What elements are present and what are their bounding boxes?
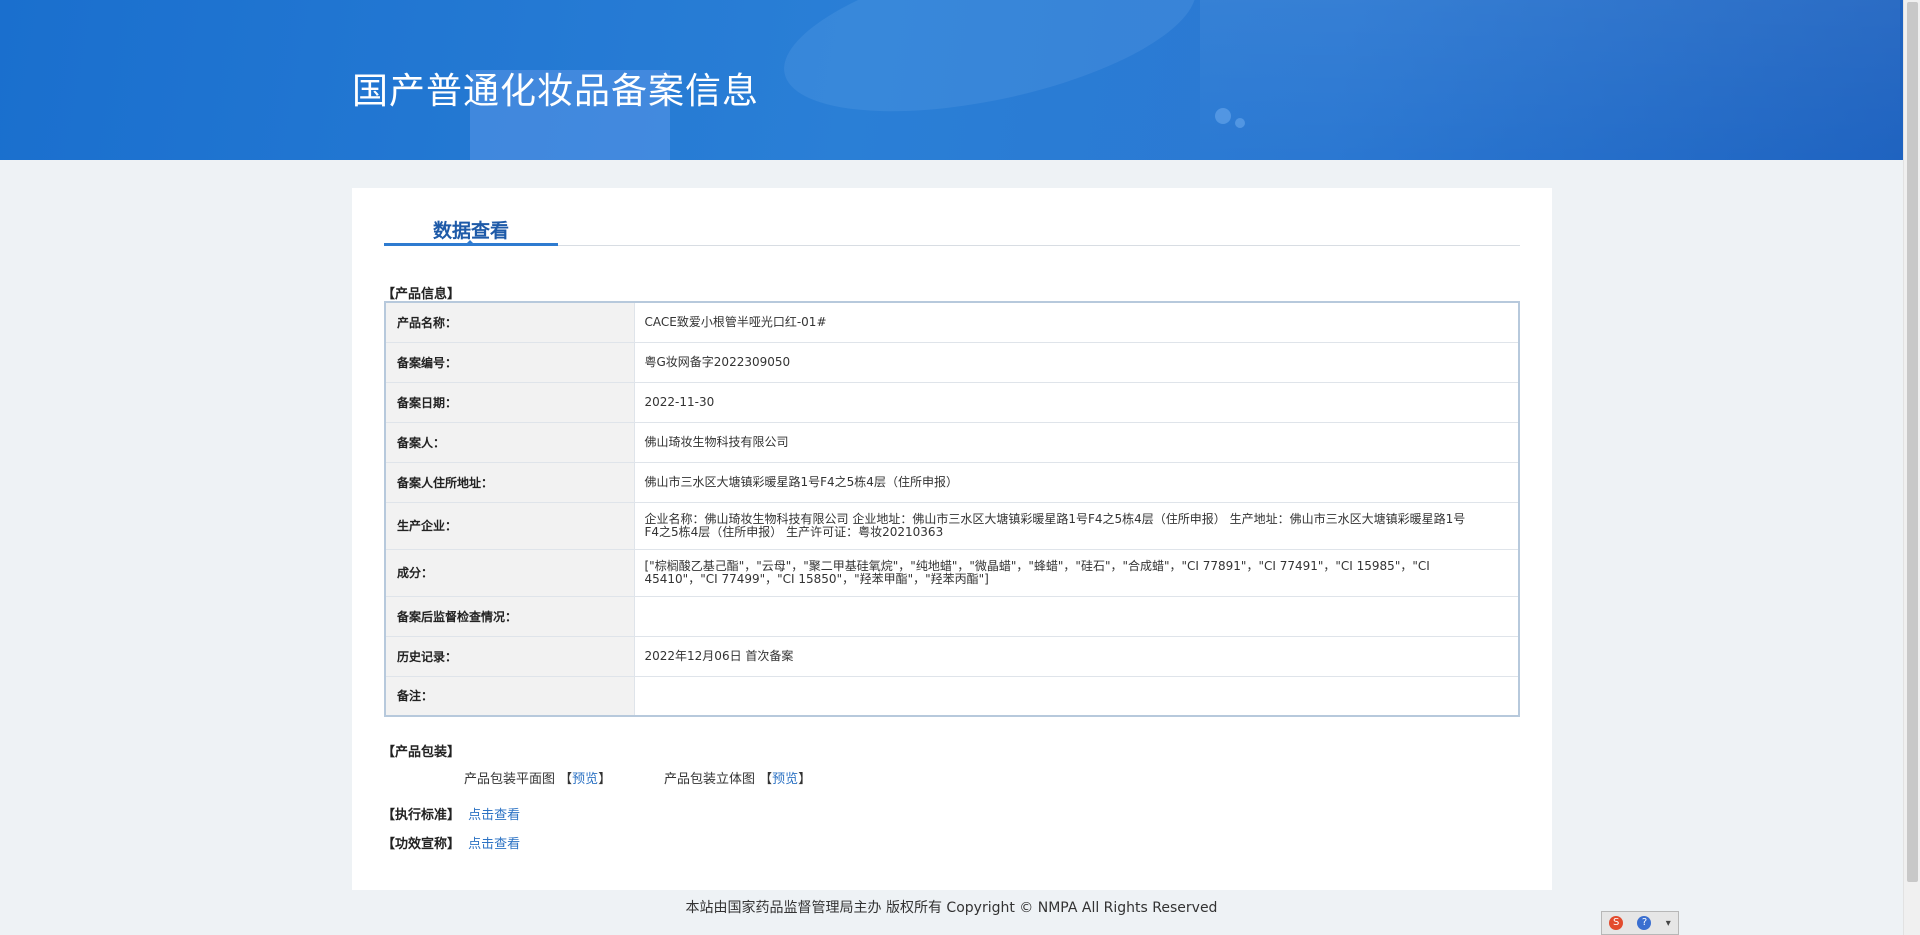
section-title-standard: 【执行标准】: [382, 808, 461, 823]
bracket: 【: [759, 772, 773, 787]
table-row: 历史记录： 2022年12月06日 首次备案: [385, 636, 1519, 677]
row-value: 佛山市三水区大塘镇彩暖星路1号F4之5栋4层（住所申报）: [634, 462, 1519, 503]
package-solid-preview-link[interactable]: 预览: [772, 772, 798, 787]
table-row: 备案后监督检查情况：: [385, 596, 1519, 637]
package-flat-label: 产品包装平面图: [464, 772, 556, 787]
row-value: [634, 596, 1519, 637]
row-value: [634, 676, 1519, 717]
chevron-down-icon[interactable]: ▾: [1666, 918, 1671, 929]
row-label: 备注：: [385, 676, 635, 717]
bracket: 】: [598, 772, 612, 787]
standard-row: 【执行标准】 点击查看: [382, 804, 520, 823]
table-row: 备案人住所地址： 佛山市三水区大塘镇彩暖星路1号F4之5栋4层（住所申报）: [385, 462, 1519, 503]
row-label: 产品名称：: [385, 302, 635, 343]
section-title-efficacy: 【功效宣称】: [382, 837, 461, 852]
row-value: ["棕榈酸乙基己酯"，"云母"，"聚二甲基硅氧烷"，"纯地蜡"，"微晶蜡"，"蜂…: [634, 549, 1519, 597]
tab-bar: 数据查看: [384, 216, 1520, 246]
table-row: 成分： ["棕榈酸乙基己酯"，"云母"，"聚二甲基硅氧烷"，"纯地蜡"，"微晶蜡…: [385, 549, 1519, 597]
row-label: 备案人：: [385, 422, 635, 463]
package-flat-item: 产品包装平面图 【预览】: [464, 768, 611, 787]
banner-decoration: [1215, 108, 1231, 124]
row-value: CACE致爱小根管半哑光口红-01#: [634, 302, 1519, 343]
page-title: 国产普通化妆品备案信息: [352, 71, 760, 112]
banner-decoration: [1235, 118, 1245, 128]
bracket: 】: [798, 772, 812, 787]
row-label: 备案日期：: [385, 382, 635, 423]
scrollbar-thumb[interactable]: [1907, 2, 1918, 882]
package-flat-preview-link[interactable]: 预览: [572, 772, 598, 787]
data-panel: 数据查看 【产品信息】 产品名称： CACE致爱小根管半哑光口红-01# 备案编…: [352, 188, 1552, 890]
header-banner: 国产普通化妆品备案信息: [0, 0, 1903, 160]
bracket: 【: [559, 772, 573, 787]
banner-decoration: [1200, 0, 1900, 160]
tab-label: 数据查看: [432, 220, 509, 242]
section-title-product-package: 【产品包装】: [382, 745, 461, 760]
product-info-table: 产品名称： CACE致爱小根管半哑光口红-01# 备案编号： 粤G妆网备字202…: [384, 301, 1520, 717]
package-solid-label: 产品包装立体图: [664, 772, 756, 787]
row-label: 备案人住所地址：: [385, 462, 635, 503]
standard-view-link[interactable]: 点击查看: [468, 808, 520, 823]
row-value: 2022-11-30: [634, 382, 1519, 423]
table-row: 备案人： 佛山琦妆生物科技有限公司: [385, 422, 1519, 463]
row-value: 企业名称：佛山琦妆生物科技有限公司 企业地址：佛山市三水区大塘镇彩暖星路1号F4…: [634, 502, 1519, 550]
row-value: 粤G妆网备字2022309050: [634, 342, 1519, 383]
efficacy-row: 【功效宣称】 点击查看: [382, 833, 520, 852]
table-row: 生产企业： 企业名称：佛山琦妆生物科技有限公司 企业地址：佛山市三水区大塘镇彩暖…: [385, 502, 1519, 550]
row-label: 备案后监督检查情况：: [385, 596, 635, 637]
package-solid-item: 产品包装立体图 【预览】: [664, 768, 811, 787]
ime-toolbar[interactable]: S ? ▾: [1601, 911, 1679, 935]
row-value: 佛山琦妆生物科技有限公司: [634, 422, 1519, 463]
tab-data-view[interactable]: 数据查看: [384, 216, 558, 246]
efficacy-view-link[interactable]: 点击查看: [468, 837, 520, 852]
tab-active-indicator: [464, 240, 476, 246]
row-value: 2022年12月06日 首次备案: [634, 636, 1519, 677]
section-title-product-info: 【产品信息】: [382, 287, 461, 302]
help-icon[interactable]: ?: [1637, 916, 1652, 930]
banner-decoration: [770, 0, 1210, 143]
vertical-scrollbar[interactable]: [1903, 0, 1920, 935]
table-row: 备注：: [385, 676, 1519, 717]
table-row: 备案编号： 粤G妆网备字2022309050: [385, 342, 1519, 383]
row-label: 备案编号：: [385, 342, 635, 383]
table-row: 备案日期： 2022-11-30: [385, 382, 1519, 423]
sogou-icon[interactable]: S: [1609, 916, 1624, 930]
table-row: 产品名称： CACE致爱小根管半哑光口红-01#: [385, 302, 1519, 343]
row-label: 生产企业：: [385, 502, 635, 550]
row-label: 历史记录：: [385, 636, 635, 677]
row-label: 成分：: [385, 549, 635, 597]
